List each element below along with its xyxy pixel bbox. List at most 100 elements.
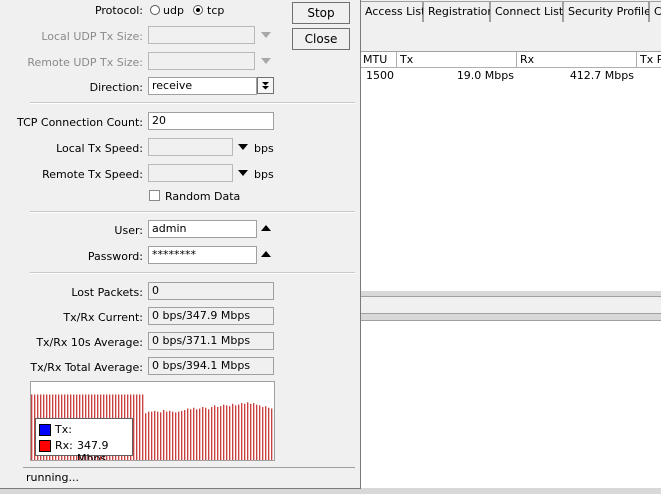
rx-bar <box>145 413 147 460</box>
rx-bar <box>175 412 177 460</box>
chevron-down-icon[interactable] <box>261 58 271 64</box>
tab-connect-list[interactable]: Connect List <box>490 1 563 22</box>
stop-button[interactable]: Stop <box>292 2 350 24</box>
tab-registration[interactable]: Registration <box>423 1 494 22</box>
rx-bar <box>136 394 138 460</box>
protocol-udp-radio[interactable] <box>150 5 160 15</box>
rx-bar <box>232 403 234 460</box>
rx-bar <box>157 411 159 460</box>
column-header-mtu[interactable]: MTU <box>360 52 397 68</box>
rx-bar <box>268 407 270 460</box>
cell-rx: 412.7 Mbps <box>569 69 634 82</box>
chevron-down-icon[interactable] <box>261 32 271 38</box>
password-input[interactable]: ******** <box>148 246 257 264</box>
remote-tx-speed-input[interactable] <box>148 164 233 182</box>
rx-bar <box>229 406 231 460</box>
chevron-down-icon <box>262 82 269 90</box>
chevron-up-icon[interactable] <box>261 225 271 231</box>
tx-rx-current-label: Tx/Rx Current: <box>63 311 143 324</box>
rx-bar <box>253 403 255 460</box>
chevron-down-icon[interactable] <box>238 144 248 150</box>
remote-tx-speed-unit: bps <box>254 168 274 181</box>
close-button[interactable]: Close <box>292 28 350 50</box>
interfaces-table: MTU Tx Rx Tx Pa 1500 19.0 Mbps 412.7 Mbp… <box>360 51 661 291</box>
rx-bar <box>178 411 180 460</box>
random-data-checkbox[interactable] <box>149 190 160 201</box>
remote-udp-tx-size-input[interactable] <box>148 52 255 70</box>
rx-bar <box>181 410 183 460</box>
column-header-rx[interactable]: Rx <box>517 52 637 68</box>
rx-bar <box>271 408 273 460</box>
separator <box>30 272 355 274</box>
tcp-connection-count-input[interactable]: 20 <box>148 112 274 130</box>
local-udp-tx-size-input[interactable] <box>148 26 255 44</box>
local-tx-speed-label: Local Tx Speed: <box>56 142 143 155</box>
graph-legend: Tx: Rx: 347.9 Mbps <box>35 418 133 460</box>
rx-bar <box>184 410 186 460</box>
tx-rx-total-average-value: 0 bps/394.1 Mbps <box>148 357 274 375</box>
tx-rx-current-value: 0 bps/347.9 Mbps <box>148 307 274 325</box>
rx-bar <box>235 405 237 460</box>
protocol-label: Protocol: <box>94 4 143 17</box>
rx-legend-value: 347.9 Mbps <box>77 439 109 461</box>
rx-bar <box>241 403 243 460</box>
cell-mtu: 1500 <box>366 69 394 82</box>
separator <box>30 102 355 104</box>
rx-bar <box>172 411 174 460</box>
rx-bar <box>220 406 222 460</box>
rx-bar <box>166 411 168 460</box>
tab-channels[interactable]: C <box>649 1 661 22</box>
divider <box>360 320 661 321</box>
rx-bar <box>256 404 258 460</box>
rx-bar <box>223 404 225 460</box>
rx-legend-swatch <box>39 440 51 452</box>
rx-bar <box>196 409 198 460</box>
bandwidth-test-dialog: Stop Close Protocol: udp tcp Local UDP T… <box>0 0 361 489</box>
tab-access-list[interactable]: Access List <box>360 1 425 22</box>
rx-bar <box>247 402 249 460</box>
protocol-tcp-radio[interactable] <box>193 5 203 15</box>
rx-bar <box>226 405 228 460</box>
rx-bar <box>262 406 264 460</box>
tcp-connection-count-label: TCP Connection Count: <box>17 116 143 129</box>
user-label: User: <box>114 224 143 237</box>
tab-security-profiles[interactable]: Security Profiles <box>563 1 657 22</box>
column-header-tx-packets[interactable]: Tx Pa <box>637 52 661 68</box>
rx-bar <box>265 406 267 460</box>
column-header-tx[interactable]: Tx <box>397 52 517 68</box>
status-bar: running... <box>23 467 355 487</box>
local-tx-speed-unit: bps <box>254 142 274 155</box>
lost-packets-label: Lost Packets: <box>71 286 143 299</box>
protocol-udp-label: udp <box>163 4 184 17</box>
toolbar <box>360 22 661 51</box>
tab-bar: Access List Registration Connect List Se… <box>360 0 661 22</box>
lost-packets-value: 0 <box>148 282 274 300</box>
rx-bar <box>142 394 144 460</box>
rx-bar <box>211 406 213 460</box>
rx-bar <box>214 405 216 460</box>
user-input[interactable]: admin <box>148 220 257 238</box>
tx-rx-10s-average-value: 0 bps/371.1 Mbps <box>148 332 274 350</box>
rx-bar <box>154 410 156 460</box>
tx-legend-swatch <box>39 424 51 436</box>
rx-bar <box>202 406 204 460</box>
rx-bar <box>163 410 165 460</box>
local-tx-speed-input[interactable] <box>148 138 233 156</box>
direction-dropdown-button[interactable] <box>257 77 274 94</box>
rx-legend-label: Rx: <box>55 439 73 452</box>
direction-select[interactable]: receive <box>148 77 257 95</box>
tx-rx-10s-average-label: Tx/Rx 10s Average: <box>36 336 143 349</box>
tx-legend-label: Tx: <box>55 423 72 436</box>
rx-bar <box>205 407 207 460</box>
rx-bar <box>187 408 189 460</box>
rx-bar <box>259 405 261 460</box>
cell-tx: 19.0 Mbps <box>456 69 514 82</box>
chevron-down-icon[interactable] <box>238 170 248 176</box>
rx-bar <box>199 408 201 460</box>
chevron-up-icon[interactable] <box>261 251 271 257</box>
rx-bar <box>190 409 192 460</box>
separator <box>30 211 355 213</box>
tx-rx-total-average-label: Tx/Rx Total Average: <box>30 361 143 374</box>
rx-bar <box>31 394 33 460</box>
traffic-graph: Tx: Rx: 347.9 Mbps <box>30 381 275 461</box>
